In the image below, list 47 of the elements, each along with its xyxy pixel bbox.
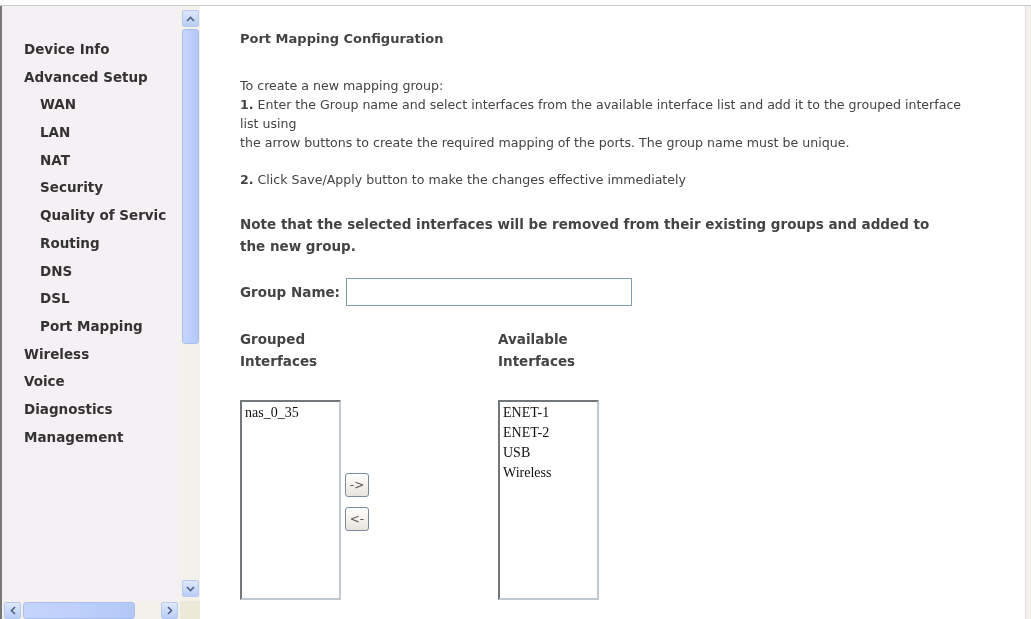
field-label: Group Name: (240, 283, 341, 301)
sidebar-item[interactable]: Diagnostics (24, 395, 180, 424)
sidebar-item[interactable]: LAN (24, 119, 180, 147)
scrollbar-thumb[interactable] (23, 602, 135, 619)
vertical-scrollbar[interactable] (1025, 6, 1031, 619)
sidebar-item[interactable]: DNS (24, 257, 180, 286)
scroll-right-button[interactable] (161, 602, 178, 619)
list-option[interactable]: USB (503, 443, 531, 463)
scrollbar-thumb[interactable] (181, 29, 199, 344)
caret-up-icon (185, 15, 195, 22)
list-option[interactable]: Wireless (503, 463, 552, 483)
sidebar-item[interactable]: Routing (24, 229, 180, 258)
move-button[interactable]: <- (345, 507, 369, 531)
scrollbar-corner (180, 601, 200, 619)
caret-down-icon (185, 585, 195, 592)
scroll-up-button[interactable] (181, 10, 199, 27)
scroll-down-button[interactable] (181, 580, 199, 597)
column-heading: Grouped Interfaces (240, 330, 319, 371)
sidebar-item[interactable]: Management (24, 423, 180, 452)
sidebar-item[interactable]: Port Mapping (24, 312, 180, 341)
list-option[interactable]: ENET-1 (503, 403, 550, 423)
sidebar-item[interactable]: NAT (24, 146, 180, 175)
sidebar-item[interactable]: Quality of Servic (24, 202, 180, 230)
scroll-left-button[interactable] (4, 602, 21, 619)
grouped-interfaces-list[interactable]: nas_0_35 (240, 400, 341, 600)
list-option[interactable]: nas_0_35 (245, 403, 299, 423)
column-heading: Available Interfaces (498, 330, 577, 371)
sidebar-item[interactable]: Wireless (24, 340, 180, 369)
sidebar-item[interactable]: Security (24, 174, 180, 203)
group-name-field[interactable] (346, 278, 633, 306)
sidebar-item[interactable]: DSL (24, 285, 180, 313)
intro-text: To create a new mapping group: (240, 77, 445, 95)
vertical-scrollbar[interactable] (180, 6, 200, 601)
caret-left-icon (9, 606, 16, 615)
list-option[interactable]: ENET-2 (503, 423, 550, 443)
instruction-text: the arrow buttons to create the required mapping of the ports. The group name must be unique. (240, 134, 851, 152)
sidebar-item[interactable]: Advanced Setup (24, 63, 180, 92)
instruction-text: 2. Click Save/Apply button to make the changes effective immediately (240, 171, 687, 189)
sidebar-item[interactable]: Voice (24, 368, 180, 396)
horizontal-scrollbar[interactable] (2, 601, 180, 619)
caret-right-icon (166, 606, 173, 615)
sidebar-item[interactable]: WAN (24, 91, 180, 120)
sidebar-item[interactable]: Device Info (24, 36, 180, 64)
note-text: Note that the selected interfaces will be removed from their existing groups and added to the new group. (240, 215, 931, 256)
available-interfaces-list[interactable]: ENET-1 ENET-2 USB Wireless (498, 400, 599, 600)
move-button[interactable]: -> (345, 473, 369, 497)
page-title: Port Mapping Configuration (240, 30, 445, 48)
